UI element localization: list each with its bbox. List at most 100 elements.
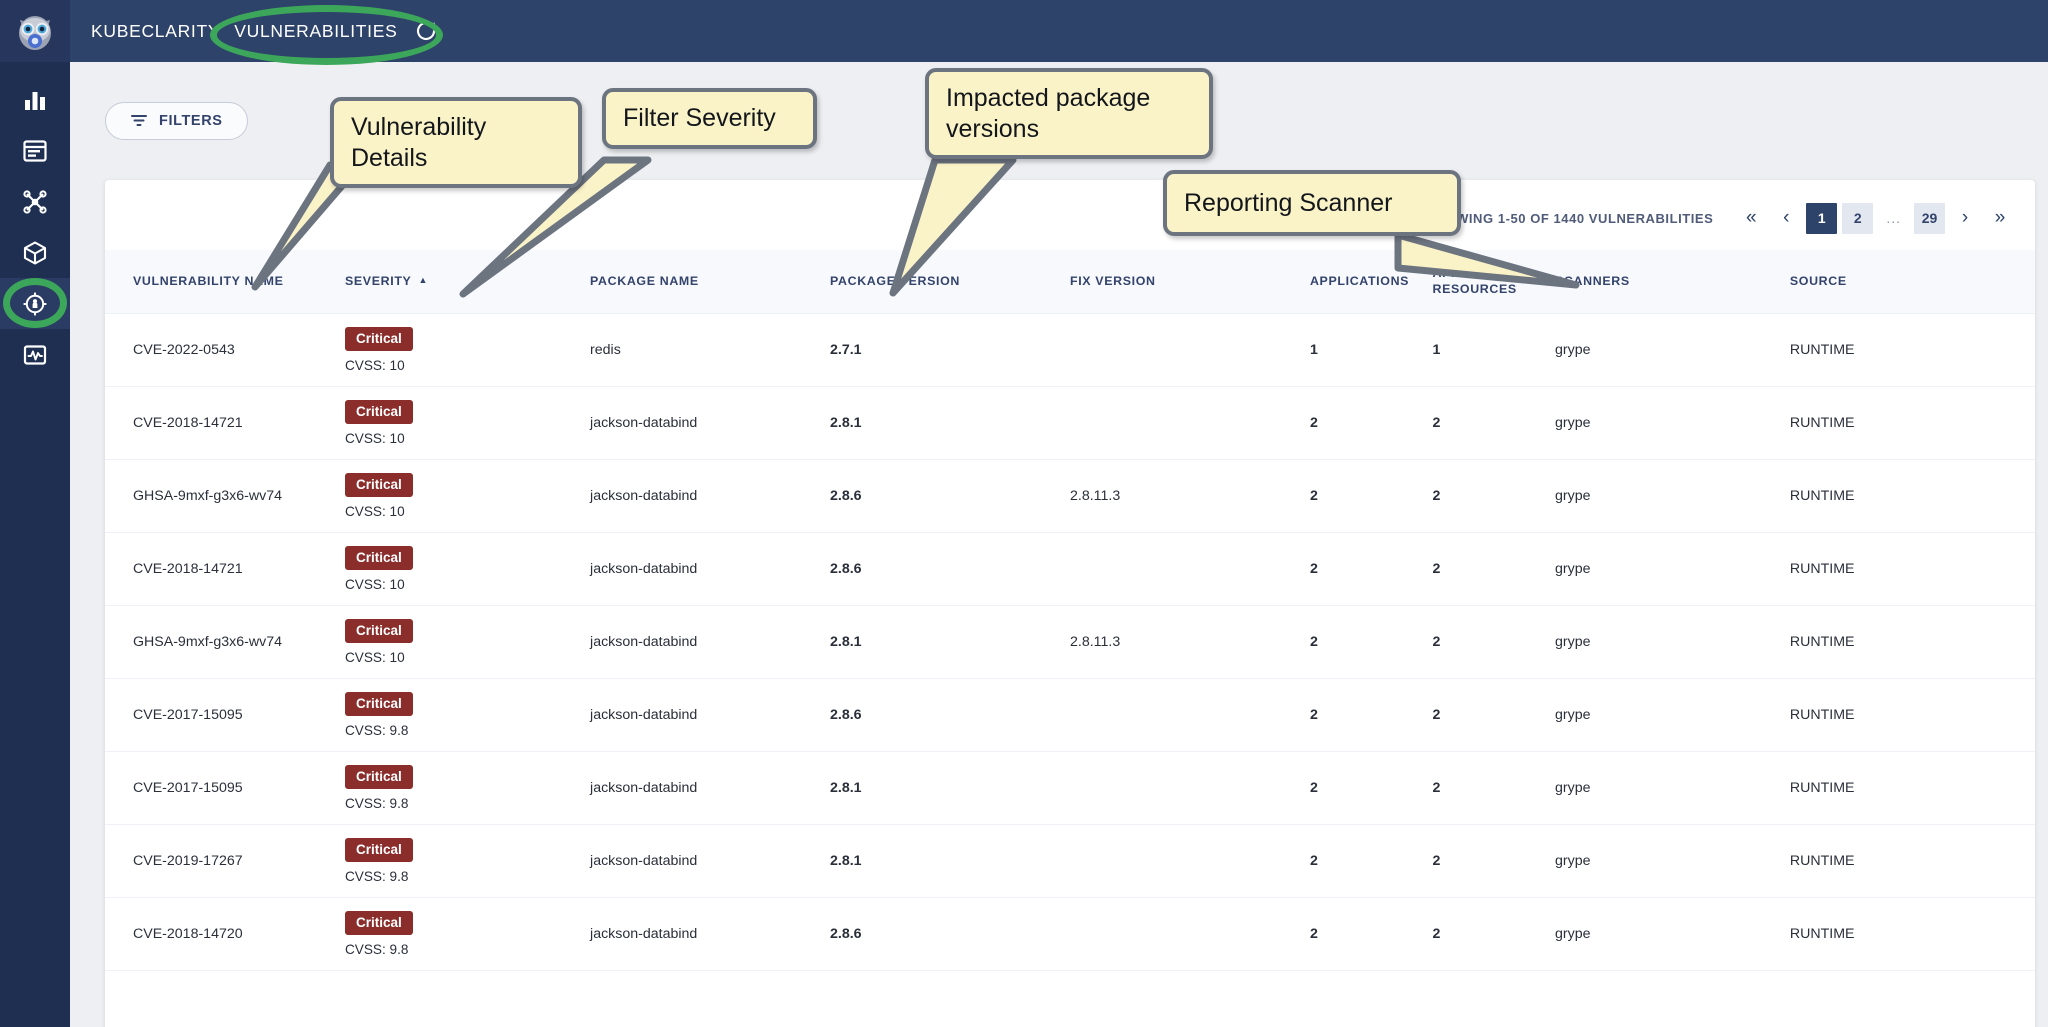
cell-package-name: jackson-databind	[590, 751, 831, 825]
cell-source: RUNTIME	[1789, 386, 2035, 460]
column-header-package-version[interactable]: PACKAGE VERSION	[830, 250, 1070, 314]
sidebar-item-application-resources[interactable]	[0, 176, 70, 227]
filters-button[interactable]: FILTERS	[105, 102, 248, 140]
pagination-last-button[interactable]: »	[1985, 203, 2015, 233]
table-row[interactable]: CVE-2017-15095 Critical CVSS: 9.8 jackson-d…	[105, 751, 2035, 825]
cell-applications-count[interactable]: 2	[1309, 605, 1433, 679]
sidebar-item-packages[interactable]	[0, 227, 70, 278]
cell-vulnerability-name[interactable]: CVE-2018-14720	[105, 897, 345, 971]
sidebar-item-runtime-scan[interactable]	[0, 329, 70, 380]
cell-applications-count[interactable]: 2	[1309, 751, 1433, 825]
cell-applications-count[interactable]: 2	[1309, 532, 1433, 606]
cell-package-version[interactable]: 2.8.6	[830, 897, 1070, 971]
cell-application-resources-count[interactable]: 2	[1432, 532, 1556, 606]
pagination-page-2[interactable]: 2	[1842, 202, 1874, 234]
column-label: VULNERABILITY NAME	[133, 274, 284, 289]
table-row[interactable]: CVE-2022-0543 Critical CVSS: 10 redis 2.7.1 1…	[105, 313, 2035, 387]
pagination-first-button[interactable]: «	[1736, 203, 1766, 233]
cell-vulnerability-name[interactable]: CVE-2017-15095	[105, 751, 345, 825]
cell-vulnerability-name[interactable]: GHSA-9mxf-g3x6-wv74	[105, 605, 345, 679]
brand-title[interactable]: KUBECLARITY	[91, 21, 220, 42]
cell-package-version[interactable]: 2.8.6	[830, 532, 1070, 606]
column-header-vulnerability-name[interactable]: VULNERABILITY NAME	[105, 250, 345, 314]
cell-severity: Critical CVSS: 10	[344, 532, 591, 606]
cell-application-resources-count[interactable]: 2	[1432, 459, 1556, 533]
pagination-prev-button[interactable]: ‹	[1771, 203, 1801, 233]
cell-severity: Critical CVSS: 9.8	[344, 751, 591, 825]
cell-vulnerability-name[interactable]: CVE-2017-15095	[105, 678, 345, 752]
cell-severity: Critical CVSS: 10	[344, 313, 591, 387]
pagination-last-page[interactable]: 29	[1914, 202, 1945, 234]
table-row[interactable]: CVE-2018-14720 Critical CVSS: 9.8 jackson-d…	[105, 897, 2035, 971]
column-header-application-resources[interactable]: APPLICATION RESOURCES	[1432, 250, 1556, 314]
callout-text: Reporting Scanner	[1184, 188, 1393, 217]
application-resources-network-icon	[23, 189, 47, 214]
cell-vulnerability-name[interactable]: GHSA-9mxf-g3x6-wv74	[105, 459, 345, 533]
column-header-severity[interactable]: SEVERITY ▲	[344, 250, 591, 314]
column-header-fix-version[interactable]: FIX VERSION	[1069, 250, 1310, 314]
column-header-applications[interactable]: APPLICATIONS	[1309, 250, 1433, 314]
cvss-score: CVSS: 9.8	[344, 941, 409, 957]
cvss-score: CVSS: 10	[344, 357, 405, 373]
cell-package-version[interactable]: 2.8.1	[830, 386, 1070, 460]
table-row[interactable]: CVE-2018-14721 Critical CVSS: 10 jackson-da…	[105, 532, 2035, 606]
cell-scanners: grype	[1555, 751, 1790, 825]
cell-vulnerability-name[interactable]: CVE-2019-17267	[105, 824, 345, 898]
cell-package-version[interactable]: 2.8.6	[830, 678, 1070, 752]
sort-ascending-icon: ▲	[418, 275, 429, 286]
cell-scanners: grype	[1555, 824, 1790, 898]
sidebar-item-applications[interactable]	[0, 125, 70, 176]
cell-application-resources-count[interactable]: 2	[1432, 678, 1556, 752]
cell-applications-count[interactable]: 2	[1309, 824, 1433, 898]
cell-package-version[interactable]: 2.8.1	[830, 824, 1070, 898]
cell-package-name: jackson-databind	[590, 459, 831, 533]
cell-application-resources-count[interactable]: 2	[1432, 751, 1556, 825]
owl-logo-icon	[19, 16, 51, 50]
cell-fix-version	[1069, 897, 1310, 971]
cell-package-name: jackson-databind	[590, 532, 831, 606]
cell-fix-version	[1069, 678, 1310, 752]
cell-vulnerability-name[interactable]: CVE-2022-0543	[105, 313, 345, 387]
table-row[interactable]: CVE-2019-17267 Critical CVSS: 9.8 jackson-d…	[105, 824, 2035, 898]
cell-application-resources-count[interactable]: 2	[1432, 824, 1556, 898]
table-row[interactable]: GHSA-9mxf-g3x6-wv74 Critical CVSS: 10 jacks…	[105, 605, 2035, 679]
cvss-score: CVSS: 10	[344, 576, 405, 592]
table-row[interactable]: GHSA-9mxf-g3x6-wv74 Critical CVSS: 10 jacks…	[105, 459, 2035, 533]
cell-severity: Critical CVSS: 10	[344, 459, 591, 533]
cell-application-resources-count[interactable]: 2	[1432, 897, 1556, 971]
cell-application-resources-count[interactable]: 2	[1432, 386, 1556, 460]
cell-vulnerability-name[interactable]: CVE-2018-14721	[105, 532, 345, 606]
column-header-package-name[interactable]: PACKAGE NAME	[590, 250, 831, 314]
pagination-summary: SHOWING 1-50 OF 1440 VULNERABILITIES	[1426, 210, 1714, 226]
sidebar-item-dashboard[interactable]	[0, 74, 70, 125]
cell-source: RUNTIME	[1789, 897, 2035, 971]
cell-package-version[interactable]: 2.7.1	[830, 313, 1070, 387]
pagination-next-button[interactable]: ›	[1950, 203, 1980, 233]
cell-package-version[interactable]: 2.8.6	[830, 459, 1070, 533]
cell-package-version[interactable]: 2.8.1	[830, 751, 1070, 825]
cell-applications-count[interactable]: 2	[1309, 386, 1433, 460]
cell-vulnerability-name[interactable]: CVE-2018-14721	[105, 386, 345, 460]
cell-severity: Critical CVSS: 9.8	[344, 897, 591, 971]
cell-applications-count[interactable]: 2	[1309, 678, 1433, 752]
pagination-page-1[interactable]: 1	[1806, 202, 1838, 234]
column-label: SCANNERS	[1555, 274, 1630, 289]
cell-application-resources-count[interactable]: 1	[1432, 313, 1556, 387]
pagination-ellipsis: ...	[1886, 210, 1901, 226]
cell-package-name: jackson-databind	[590, 824, 831, 898]
cell-applications-count[interactable]: 2	[1309, 897, 1433, 971]
cell-package-version[interactable]: 2.8.1	[830, 605, 1070, 679]
column-header-source[interactable]: SOURCE	[1789, 250, 2035, 314]
column-label: SEVERITY	[344, 274, 412, 289]
callout-text: Vulnerability Details	[351, 113, 487, 172]
app-logo[interactable]	[0, 0, 70, 62]
table-header: VULNERABILITY NAME SEVERITY ▲ PACKAGE NAM…	[105, 250, 2035, 314]
cell-applications-count[interactable]: 2	[1309, 459, 1433, 533]
cell-applications-count[interactable]: 1	[1309, 313, 1433, 387]
cell-application-resources-count[interactable]: 2	[1432, 605, 1556, 679]
status-badge: Critical	[344, 910, 413, 935]
column-header-scanners[interactable]: SCANNERS	[1555, 250, 1790, 314]
table-row[interactable]: CVE-2018-14721 Critical CVSS: 10 jackson-da…	[105, 386, 2035, 460]
highlight-ellipse-vulnerabilities-tab	[210, 5, 443, 65]
table-row[interactable]: CVE-2017-15095 Critical CVSS: 9.8 jackson-d…	[105, 678, 2035, 752]
